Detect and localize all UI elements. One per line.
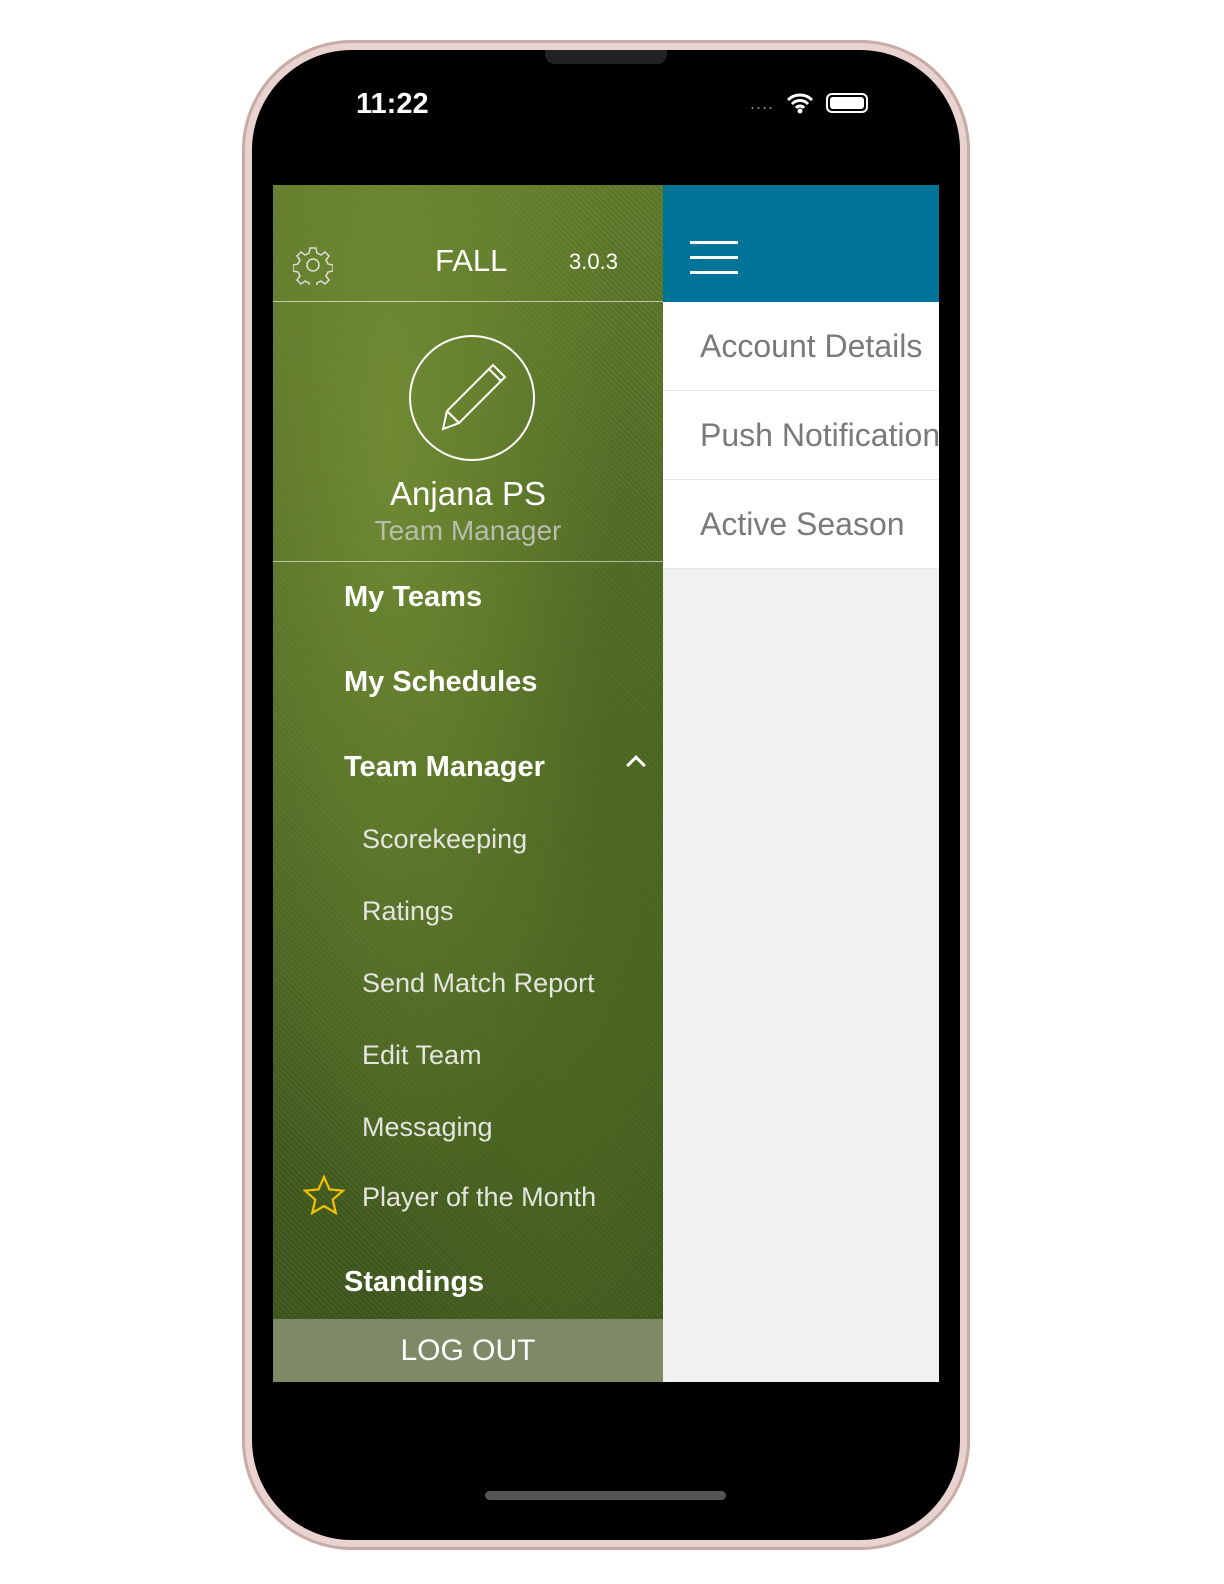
logout-button[interactable]: LOG OUT	[273, 1319, 663, 1382]
settings-active-season[interactable]: Active Season	[663, 480, 939, 569]
season-label[interactable]: FALL	[435, 243, 507, 279]
submenu-edit-team[interactable]: Edit Team	[362, 1040, 482, 1071]
settings-list: Account Details Push Notifications Activ…	[663, 302, 939, 569]
gear-icon[interactable]	[293, 245, 333, 285]
signal-icon: ....	[750, 92, 775, 113]
drawer-header: FALL 3.0.3	[273, 185, 663, 302]
speaker-notch	[545, 50, 667, 64]
menu-team-manager[interactable]: Team Manager	[344, 751, 545, 784]
app-version: 3.0.3	[569, 249, 618, 274]
submenu-send-match-report[interactable]: Send Match Report	[362, 968, 595, 999]
menu-my-schedules[interactable]: My Schedules	[344, 666, 537, 699]
side-drawer: FALL 3.0.3 Anjana PS Team Manager My Tea…	[273, 185, 663, 1382]
settings-account-details[interactable]: Account Details	[663, 302, 939, 391]
submenu-ratings[interactable]: Ratings	[362, 896, 454, 927]
user-role: Team Manager	[374, 515, 562, 546]
submenu-player-of-the-month[interactable]: Player of the Month	[362, 1182, 596, 1213]
star-icon	[303, 1175, 345, 1215]
battery-icon	[826, 93, 869, 113]
divider	[273, 561, 663, 562]
settings-push-notifications[interactable]: Push Notifications	[663, 391, 939, 480]
status-time: 11:22	[356, 88, 429, 120]
submenu-messaging[interactable]: Messaging	[362, 1112, 493, 1143]
hamburger-menu-icon[interactable]	[690, 241, 738, 286]
status-icons: ....	[750, 92, 869, 114]
wifi-icon	[786, 93, 814, 114]
menu-standings[interactable]: Standings	[344, 1266, 484, 1299]
pencil-icon	[441, 363, 507, 431]
submenu-scorekeeping[interactable]: Scorekeeping	[362, 824, 527, 855]
user-name: Anjana PS	[390, 475, 546, 512]
home-indicator[interactable]	[485, 1491, 726, 1500]
menu-my-teams[interactable]: My Teams	[344, 581, 482, 614]
chevron-up-icon[interactable]	[626, 755, 646, 775]
top-app-bar	[663, 185, 939, 302]
app-screen: FALL 3.0.3 Anjana PS Team Manager My Tea…	[273, 185, 939, 1382]
avatar-edit-button[interactable]	[409, 335, 535, 461]
